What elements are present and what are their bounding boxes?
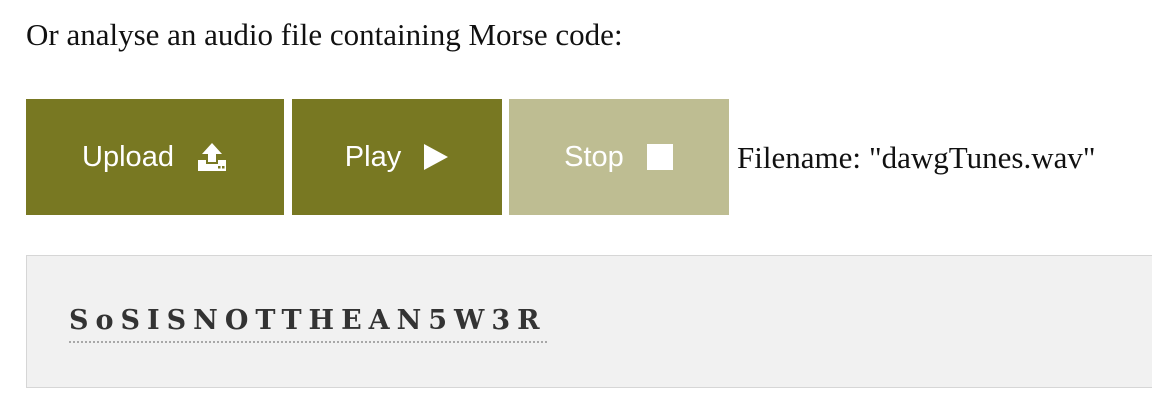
play-icon xyxy=(423,143,449,171)
upload-button[interactable]: Upload xyxy=(26,99,284,215)
play-button[interactable]: Play xyxy=(292,99,502,215)
decoded-text: SoSISNOTTHEAN5W3R xyxy=(69,302,547,343)
upload-button-label: Upload xyxy=(82,140,174,173)
stop-icon xyxy=(646,143,674,171)
filename-label: Filename: xyxy=(737,140,861,175)
stop-button[interactable]: Stop xyxy=(509,99,729,215)
play-button-label: Play xyxy=(344,140,402,173)
filename-value: "dawgTunes.wav" xyxy=(868,140,1096,175)
stop-button-label: Stop xyxy=(564,140,624,173)
filename-display: Filename: "dawgTunes.wav" xyxy=(737,136,1096,180)
intro-text: Or analyse an audio file containing Mors… xyxy=(26,17,623,52)
decoded-output-box: SoSISNOTTHEAN5W3R xyxy=(26,255,1152,388)
upload-icon xyxy=(196,142,228,172)
